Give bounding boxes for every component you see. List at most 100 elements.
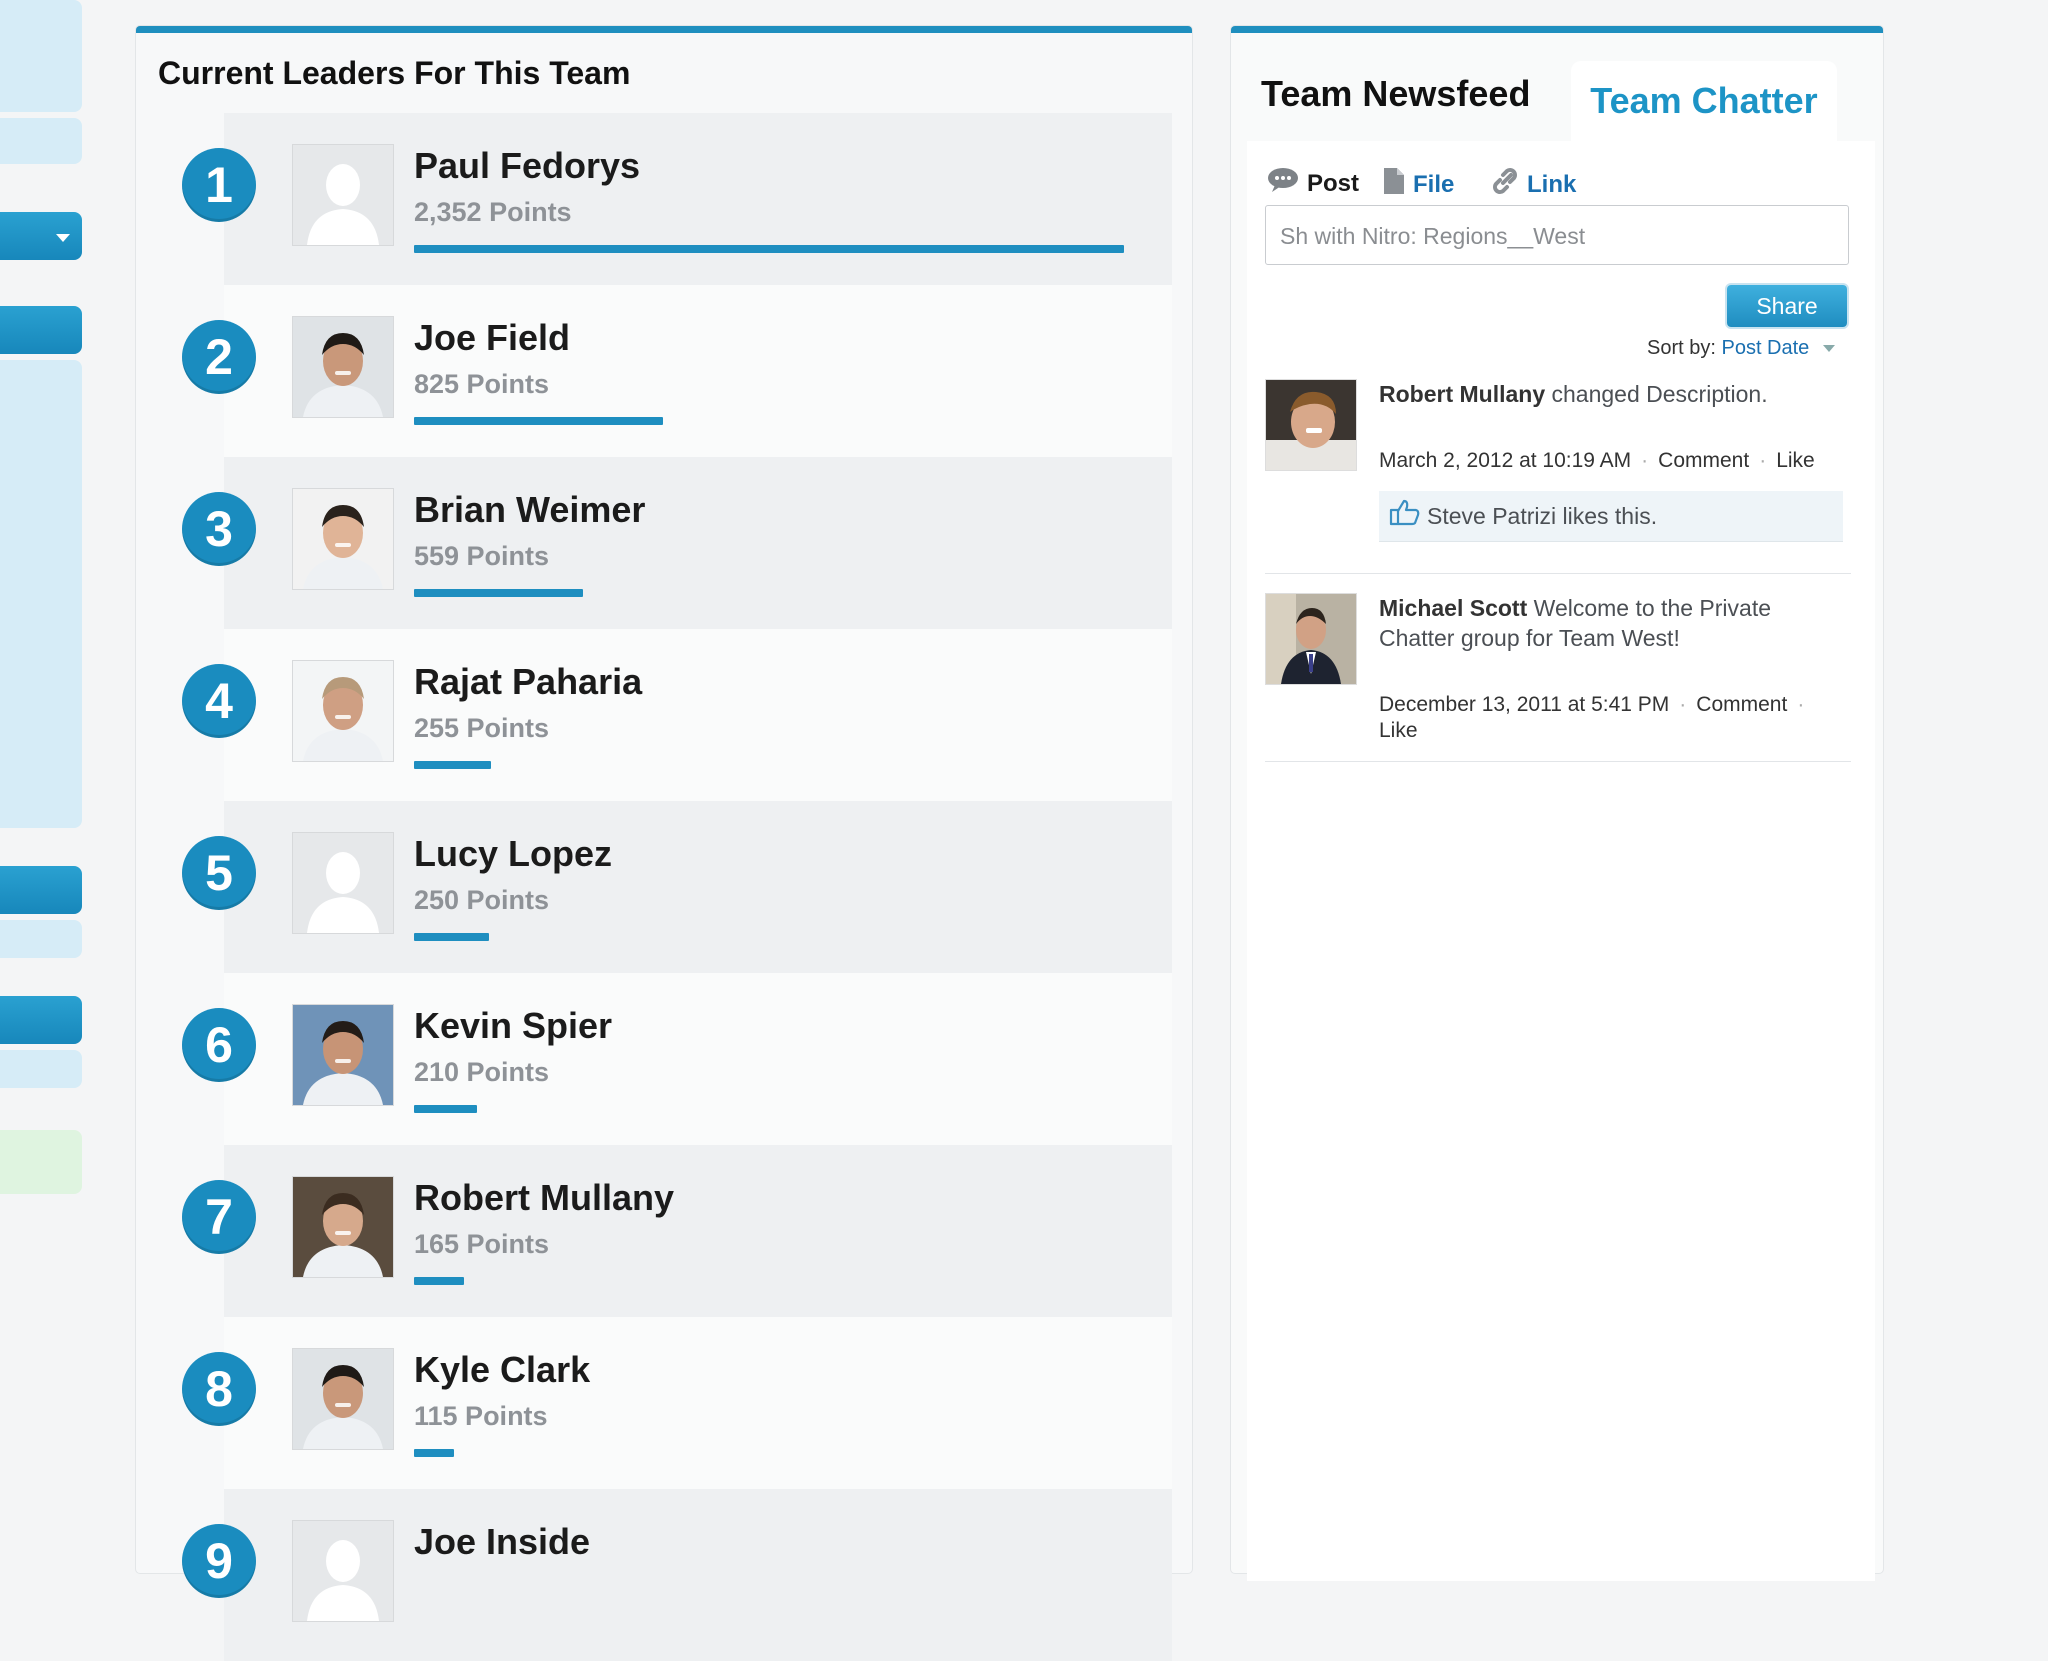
leader-row: 8 Kyle Clark 115 Points (136, 1317, 1192, 1489)
leader-name[interactable]: Robert Mullany (414, 1177, 674, 1219)
avatar[interactable] (292, 660, 394, 762)
publisher-link[interactable]: Link (1491, 167, 1576, 202)
rank-badge: 9 (182, 1524, 256, 1598)
feed-item: Michael Scott Welcome to the Private Cha… (1265, 593, 1851, 753)
feed-item-date: December 13, 2011 at 5:41 PM (1379, 693, 1670, 716)
feed-item-text: Michael Scott Welcome to the Private Cha… (1379, 593, 1839, 653)
nav-dropdown[interactable] (0, 212, 82, 260)
points-progress-bar (414, 245, 1124, 253)
tab-team-newsfeed[interactable]: Team Newsfeed (1261, 73, 1530, 115)
rank-badge: 1 (182, 148, 256, 222)
leader-row: 7 Robert Mullany 165 Points (136, 1145, 1192, 1317)
leader-points: 255 Points (414, 713, 550, 743)
avatar[interactable] (292, 1176, 394, 1278)
sort-dropdown[interactable]: Post Date (1721, 337, 1809, 359)
nav-block (0, 0, 82, 112)
thumbs-up-icon (1389, 493, 1421, 543)
panel-title: Current Leaders For This Team (158, 55, 631, 91)
leader-name[interactable]: Joe Field (414, 317, 570, 359)
divider (1265, 761, 1851, 762)
tab-team-chatter[interactable]: Team Chatter (1571, 61, 1837, 141)
nav-item[interactable] (0, 996, 82, 1044)
rank-badge: 6 (182, 1008, 256, 1082)
leader-name[interactable]: Joe Inside (414, 1521, 590, 1563)
avatar[interactable] (1265, 379, 1357, 471)
leader-row: 3 Brian Weimer 559 Points (136, 457, 1192, 629)
avatar[interactable] (292, 1348, 394, 1450)
points-progress-bar (414, 1449, 454, 1457)
sort-label: Sort by: (1647, 337, 1716, 359)
chatter-body: Post File Link Sh with Nitro: Regions__W… (1247, 141, 1875, 1581)
leader-name[interactable]: Rajat Paharia (414, 661, 642, 703)
avatar[interactable] (292, 832, 394, 934)
leader-name[interactable]: Lucy Lopez (414, 833, 612, 875)
points-progress-bar (414, 1105, 477, 1113)
avatar[interactable] (292, 488, 394, 590)
share-button[interactable]: Share (1727, 285, 1847, 327)
link-icon (1491, 167, 1519, 202)
feed-item-text: Robert Mullany changed Description. (1379, 379, 1839, 409)
leader-points: 210 Points (414, 1057, 550, 1087)
publisher-file-label: File (1413, 170, 1455, 198)
like-link[interactable]: Like (1776, 449, 1815, 472)
avatar[interactable] (1265, 593, 1357, 685)
leader-points: 559 Points (414, 541, 550, 571)
avatar[interactable] (292, 144, 394, 246)
leader-points: 250 Points (414, 885, 550, 915)
nav-block (0, 920, 82, 958)
nav-item[interactable] (0, 866, 82, 914)
leader-row: 4 Rajat Paharia 255 Points (136, 629, 1192, 801)
divider (1265, 573, 1851, 574)
feed-item-meta: March 2, 2012 at 10:19 AM · Comment · Like (1379, 449, 1815, 472)
leader-row: 2 Joe Field 825 Points (136, 285, 1192, 457)
avatar[interactable] (292, 1520, 394, 1622)
publisher-file[interactable]: File (1383, 167, 1454, 202)
chevron-down-icon[interactable] (1822, 345, 1835, 353)
feed-item-author[interactable]: Michael Scott (1379, 595, 1527, 621)
comment-link[interactable]: Comment (1658, 449, 1749, 472)
sort-by: Sort by: Post Date (1647, 337, 1835, 360)
comment-link[interactable]: Comment (1696, 693, 1787, 716)
feed-item-body: changed Description. (1545, 381, 1768, 407)
avatar[interactable] (292, 1004, 394, 1106)
rank-badge: 7 (182, 1180, 256, 1254)
feed-item-author[interactable]: Robert Mullany (1379, 381, 1545, 407)
leader-points: 2,352 Points (414, 197, 572, 227)
leader-name[interactable]: Kevin Spier (414, 1005, 612, 1047)
leader-name[interactable]: Brian Weimer (414, 489, 645, 531)
leader-points: 165 Points (414, 1229, 550, 1259)
leader-name[interactable]: Kyle Clark (414, 1349, 590, 1391)
leader-row: 6 Kevin Spier 210 Points (136, 973, 1192, 1145)
avatar[interactable] (292, 316, 394, 418)
likes-text: Steve Patrizi likes this. (1427, 503, 1658, 529)
nav-block (0, 1130, 82, 1194)
share-input[interactable]: Sh with Nitro: Regions__West (1265, 205, 1849, 265)
nav-block (0, 118, 82, 164)
rank-badge: 3 (182, 492, 256, 566)
points-progress-bar (414, 589, 583, 597)
nav-block (0, 1050, 82, 1088)
left-nav (0, 0, 82, 1536)
leader-points: 825 Points (414, 369, 550, 399)
rank-badge: 4 (182, 664, 256, 738)
publisher-post[interactable]: Post (1267, 167, 1359, 200)
leader-points: 115 Points (414, 1401, 548, 1431)
points-progress-bar (414, 933, 489, 941)
points-progress-bar (414, 761, 491, 769)
rank-badge: 8 (182, 1352, 256, 1426)
publisher-link-label: Link (1527, 170, 1577, 198)
points-progress-bar (414, 1277, 464, 1285)
rank-badge: 5 (182, 836, 256, 910)
feed-item-meta: December 13, 2011 at 5:41 PM · Comment · (1379, 693, 1805, 716)
leader-name[interactable]: Paul Fedorys (414, 145, 640, 187)
feed-item-date: March 2, 2012 at 10:19 AM (1379, 449, 1632, 472)
like-link[interactable]: Like (1379, 719, 1418, 742)
nav-item[interactable] (0, 306, 82, 354)
feed-item: Robert Mullany changed Description. Marc… (1265, 379, 1851, 559)
feed-item-meta-2: Like (1379, 719, 1418, 743)
publisher-post-label: Post (1307, 169, 1360, 197)
leader-row: 1 Paul Fedorys 2,352 Points (136, 113, 1192, 285)
rank-badge: 2 (182, 320, 256, 394)
leader-row: 9 Joe Inside (136, 1489, 1192, 1661)
newsfeed-panel: Team Newsfeed Team Chatter Post File Lin… (1231, 26, 1883, 1581)
